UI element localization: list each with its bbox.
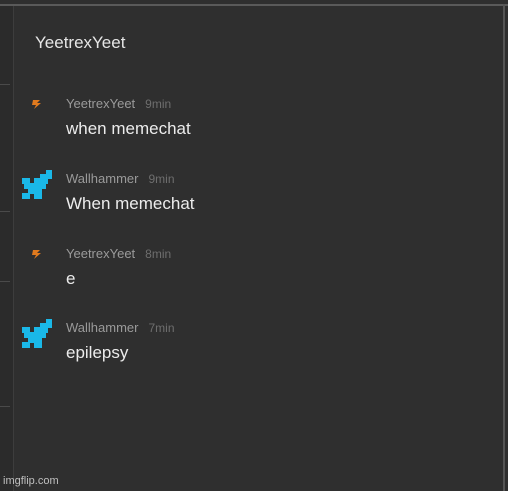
- message-meta: YeetrexYeet 9min: [66, 96, 171, 111]
- message-meta: Wallhammer 9min: [66, 171, 175, 186]
- sidebar-tick: [0, 84, 10, 85]
- message-meta: YeetrexYeet 8min: [66, 246, 171, 261]
- username[interactable]: YeetrexYeet: [66, 96, 135, 111]
- chat-window: YeetrexYeet YeetrexYeet 9min when memecha…: [0, 0, 508, 491]
- username[interactable]: Wallhammer: [66, 171, 138, 186]
- message-text: epilepsy: [66, 343, 129, 362]
- message-text: e: [66, 269, 76, 288]
- left-sidebar-edge: [0, 6, 14, 491]
- lightning-icon[interactable]: [20, 95, 54, 129]
- message-item[interactable]: Wallhammer 7min epilepsy: [20, 319, 490, 379]
- timestamp: 9min: [148, 172, 175, 186]
- username[interactable]: YeetrexYeet: [66, 246, 135, 261]
- timestamp: 9min: [145, 97, 172, 111]
- pixel-bird-icon[interactable]: [20, 319, 54, 353]
- right-divider: [503, 4, 505, 491]
- top-divider: [0, 4, 508, 6]
- message-meta: Wallhammer 7min: [66, 320, 175, 335]
- timestamp: 7min: [148, 321, 175, 335]
- timestamp: 8min: [145, 247, 172, 261]
- sidebar-tick: [0, 406, 10, 407]
- sidebar-tick: [0, 211, 10, 212]
- message-item[interactable]: Wallhammer 9min When memechat: [20, 170, 490, 230]
- pixel-bird-icon[interactable]: [20, 170, 54, 204]
- message-text: when memechat: [66, 119, 191, 138]
- lightning-icon[interactable]: [20, 245, 54, 279]
- sidebar-tick: [0, 281, 10, 282]
- chat-title: YeetrexYeet: [35, 33, 126, 52]
- sidebar-divider: [13, 6, 14, 491]
- imgflip-watermark: imgflip.com: [3, 475, 59, 487]
- message-text: When memechat: [66, 194, 195, 213]
- message-item[interactable]: YeetrexYeet 8min e: [20, 245, 490, 305]
- username[interactable]: Wallhammer: [66, 320, 138, 335]
- message-item[interactable]: YeetrexYeet 9min when memechat: [20, 95, 490, 155]
